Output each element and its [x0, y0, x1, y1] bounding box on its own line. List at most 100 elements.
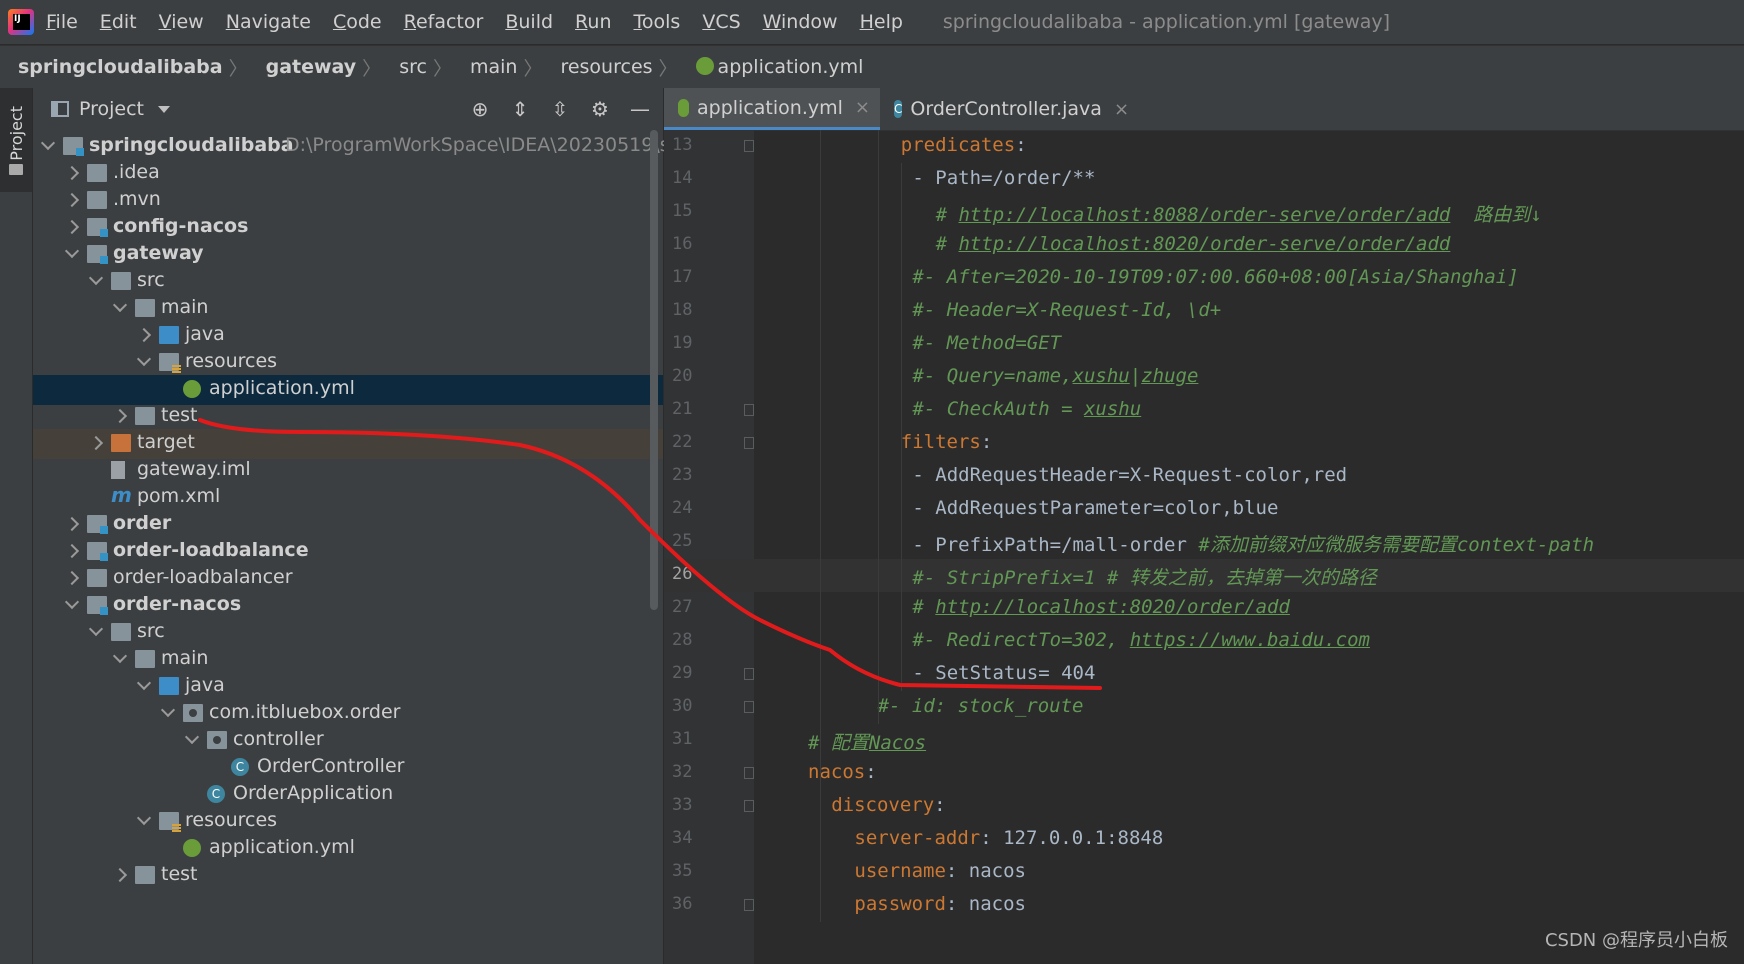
tree-item[interactable]: resources	[33, 348, 663, 378]
code-line[interactable]: 30 #- id: stock_route	[664, 691, 1744, 724]
collapse-all-icon[interactable]: ⇳	[547, 96, 573, 122]
code-line[interactable]: 15 # http://localhost:8088/order-serve/or…	[664, 196, 1744, 229]
chevron-down-icon[interactable]	[136, 351, 152, 367]
chevron-right-icon[interactable]	[112, 408, 128, 424]
code-line[interactable]: 27 # http://localhost:8020/order/add	[664, 592, 1744, 625]
code-line[interactable]: 18 #- Header=X-Request-Id, \d+	[664, 295, 1744, 328]
menu-item-edit[interactable]: Edit	[100, 11, 137, 33]
menu-item-tools[interactable]: Tools	[634, 11, 681, 33]
tree-item[interactable]: application.yml	[33, 375, 663, 405]
chevron-down-icon[interactable]	[160, 702, 176, 718]
intellij-logo-icon[interactable]: IJ	[8, 9, 34, 35]
menu-item-run[interactable]: Run	[575, 11, 611, 33]
code-line[interactable]: 34 server-addr: 127.0.0.1:8848	[664, 823, 1744, 856]
breadcrumb-item[interactable]: src	[381, 56, 427, 78]
project-panel-title[interactable]: Project	[79, 98, 144, 120]
tree-item[interactable]: springcloudalibaba D:\ProgramWorkSpace\ID…	[33, 132, 670, 162]
project-tool-tab[interactable]: Project	[0, 88, 32, 192]
fold-marker-icon[interactable]	[744, 800, 754, 812]
menu-item-build[interactable]: Build	[505, 11, 553, 33]
tree-item[interactable]: gateway.iml	[33, 456, 663, 486]
fold-marker-icon[interactable]	[744, 437, 754, 449]
tree-item[interactable]: application.yml	[33, 834, 663, 864]
chevron-down-icon[interactable]	[112, 648, 128, 664]
code-line[interactable]: 14 - Path=/order/**	[664, 163, 1744, 196]
menu-item-refactor[interactable]: Refactor	[404, 11, 484, 33]
tree-item[interactable]: java	[33, 672, 663, 702]
tree-item[interactable]: C OrderController	[33, 753, 663, 783]
tree-item[interactable]: main	[33, 294, 663, 324]
code-line[interactable]: 36 password: nacos	[664, 889, 1744, 922]
tree-item[interactable]: .idea	[33, 159, 663, 189]
chevron-down-icon[interactable]	[158, 105, 171, 113]
tree-item[interactable]: com.itbluebox.order	[33, 699, 663, 729]
tree-item[interactable]: .mvn	[33, 186, 663, 216]
code-line[interactable]: 28 #- RedirectTo=302, https://www.baidu.c…	[664, 625, 1744, 658]
hide-icon[interactable]: —	[627, 96, 653, 122]
code-line[interactable]: 32 nacos:	[664, 757, 1744, 790]
chevron-right-icon[interactable]	[64, 570, 80, 586]
chevron-down-icon[interactable]	[88, 621, 104, 637]
chevron-right-icon[interactable]	[64, 543, 80, 559]
code-line[interactable]: 25 - PrefixPath=/mall-order #添加前缀对应微服务需要配…	[664, 526, 1744, 559]
menu-item-help[interactable]: Help	[860, 11, 903, 33]
tree-item[interactable]: config-nacos	[33, 213, 663, 243]
code-line[interactable]: 23 - AddRequestHeader=X-Request-color,red	[664, 460, 1744, 493]
close-icon[interactable]: ×	[1114, 99, 1129, 120]
tree-item[interactable]: gateway	[33, 240, 663, 270]
menu-item-file[interactable]: File	[46, 11, 78, 33]
code-line[interactable]: 16 # http://localhost:8020/order-serve/or…	[664, 229, 1744, 262]
tree-item[interactable]: m pom.xml	[33, 483, 663, 513]
chevron-down-icon[interactable]	[64, 243, 80, 259]
tree-item[interactable]: controller	[33, 726, 663, 756]
chevron-right-icon[interactable]	[136, 327, 152, 343]
tree-item[interactable]: java	[33, 321, 663, 351]
tree-item[interactable]: main	[33, 645, 663, 675]
tree-item[interactable]: order-nacos	[33, 591, 663, 621]
code-line[interactable]: 24 - AddRequestParameter=color,blue	[664, 493, 1744, 526]
menu-item-vcs[interactable]: VCS	[702, 11, 740, 33]
chevron-down-icon[interactable]	[136, 675, 152, 691]
chevron-right-icon[interactable]	[64, 192, 80, 208]
fold-marker-icon[interactable]	[744, 404, 754, 416]
fold-marker-icon[interactable]	[744, 140, 754, 152]
code-line[interactable]: 26 #- StripPrefix=1 # 转发之前，去掉第一次的路径	[664, 559, 1744, 592]
menu-item-window[interactable]: Window	[763, 11, 838, 33]
fold-marker-icon[interactable]	[744, 767, 754, 779]
tab-ordercontroller-java[interactable]: C OrderController.java ×	[880, 88, 1129, 130]
close-icon[interactable]: ×	[855, 97, 870, 118]
tree-item[interactable]: C OrderApplication	[33, 780, 663, 810]
code-line[interactable]: 33 discovery:	[664, 790, 1744, 823]
chevron-right-icon[interactable]	[112, 867, 128, 883]
fold-marker-icon[interactable]	[744, 899, 754, 911]
code-line[interactable]: 31 # 配置Nacos	[664, 724, 1744, 757]
locate-icon[interactable]: ⊕	[467, 96, 493, 122]
chevron-right-icon[interactable]	[88, 435, 104, 451]
chevron-down-icon[interactable]	[40, 135, 56, 151]
code-line[interactable]: 21 #- CheckAuth = xushu	[664, 394, 1744, 427]
tree-item[interactable]: order	[33, 510, 663, 540]
chevron-down-icon[interactable]	[64, 594, 80, 610]
chevron-down-icon[interactable]	[136, 810, 152, 826]
menu-item-view[interactable]: View	[159, 11, 204, 33]
breadcrumb-item[interactable]: springcloudalibaba	[0, 56, 223, 78]
chevron-down-icon[interactable]	[88, 270, 104, 286]
menu-item-navigate[interactable]: Navigate	[226, 11, 311, 33]
fold-marker-icon[interactable]	[744, 701, 754, 713]
chevron-right-icon[interactable]	[64, 516, 80, 532]
tree-item[interactable]: target	[33, 429, 663, 459]
chevron-down-icon[interactable]	[112, 297, 128, 313]
breadcrumb-item[interactable]: main	[452, 56, 517, 78]
code-line[interactable]: 13 predicates:	[664, 130, 1744, 163]
chevron-right-icon[interactable]	[64, 165, 80, 181]
chevron-down-icon[interactable]	[184, 729, 200, 745]
chevron-right-icon[interactable]	[64, 219, 80, 235]
tree-item[interactable]: order-loadbalance	[33, 537, 663, 567]
tree-item[interactable]: src	[33, 618, 663, 648]
code-line[interactable]: 17 #- After=2020-10-19T09:07:00.660+08:00…	[664, 262, 1744, 295]
project-scrollbar[interactable]	[650, 130, 658, 610]
tree-item[interactable]: test	[33, 402, 663, 432]
tree-item[interactable]: resources	[33, 807, 663, 837]
code-line[interactable]: 20 #- Query=name,xushu|zhuge	[664, 361, 1744, 394]
code-line[interactable]: 35 username: nacos	[664, 856, 1744, 889]
